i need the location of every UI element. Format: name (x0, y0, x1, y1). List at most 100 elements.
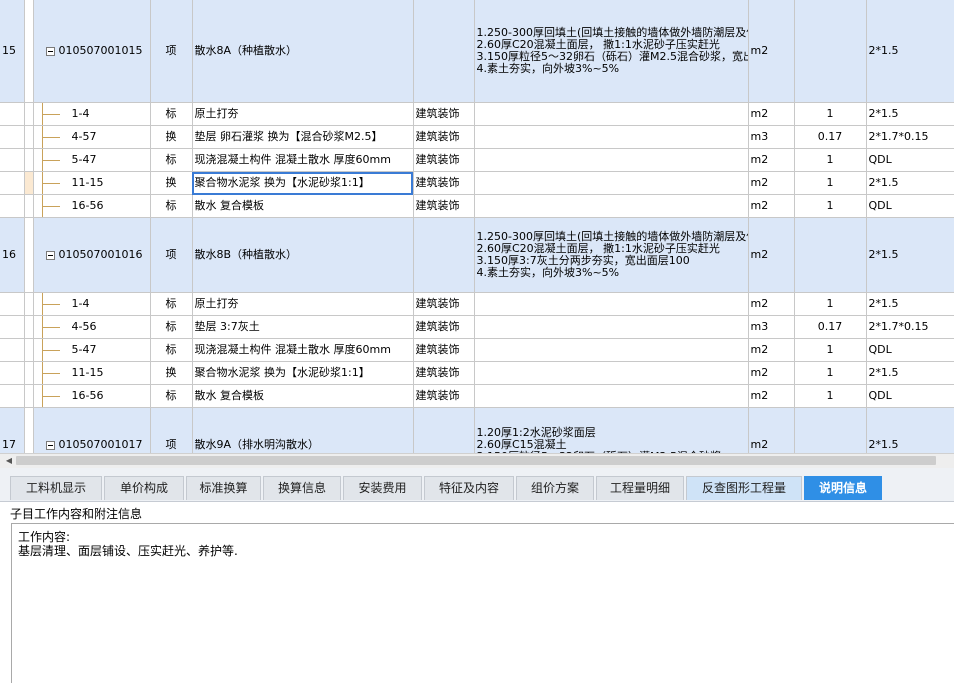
bill-item-row[interactable]: 16 010507001016 项散水8B（种植散水） 1.250-300厚回填土(回… (0, 217, 954, 293)
quantity-expression[interactable]: 2*1.5 (866, 102, 954, 126)
item-unit[interactable]: m2 (748, 292, 795, 316)
item-code[interactable]: 5-47 (33, 338, 151, 362)
item-name[interactable]: 散水8A（种植散水） (192, 0, 414, 103)
item-quantity[interactable]: 0.17 (794, 125, 867, 149)
item-unit[interactable]: m2 (748, 0, 795, 103)
item-category[interactable]: 建筑装饰 (413, 292, 475, 316)
item-code[interactable]: 4-57 (33, 125, 151, 149)
item-category[interactable] (413, 0, 475, 103)
note-text-area[interactable]: 工作内容: 基层清理、面层铺设、压实赶光、养护等. (11, 523, 954, 683)
item-code[interactable]: 16-56 (33, 194, 151, 218)
item-category[interactable]: 建筑装饰 (413, 361, 475, 385)
quantity-expression[interactable]: 2*1.5 (866, 217, 954, 293)
quantity-expression[interactable]: QDL (866, 384, 954, 408)
item-quantity[interactable]: 1 (794, 171, 867, 195)
item-description[interactable] (474, 125, 749, 149)
tab-reverse-quantity[interactable]: 反查图形工程量 (686, 476, 802, 500)
quantity-expression[interactable]: 2*1.7*0.15 (866, 315, 954, 339)
item-name[interactable]: 垫层 3:7灰土 (192, 315, 414, 339)
bill-item-row[interactable]: 17 010507001017 项散水9A（排水明沟散水） 1.20厚1:2水泥砂浆面… (0, 407, 954, 453)
tab-standard-conversion[interactable]: 标准换算 (186, 476, 261, 500)
tab-conversion-info[interactable]: 换算信息 (263, 476, 341, 500)
quota-row[interactable]: 11-15 换聚合物水泥浆 换为【水泥砂浆1:1】 建筑装饰 m2 1 2*1.5 (0, 361, 954, 385)
item-quantity[interactable]: 0.17 (794, 315, 867, 339)
item-quantity[interactable] (794, 407, 867, 453)
item-name[interactable]: 聚合物水泥浆 换为【水泥砂浆1:1】 (192, 171, 414, 195)
item-description[interactable]: 1.250-300厚回填土(回填土接触的墙体做外墙防潮层及保护层)2.60厚C2… (474, 217, 749, 293)
item-category[interactable] (413, 407, 475, 453)
row-selector[interactable] (24, 315, 34, 339)
item-unit[interactable]: m2 (748, 217, 795, 293)
item-code[interactable]: 010507001015 (33, 0, 151, 103)
item-name[interactable]: 散水 复合模板 (192, 194, 414, 218)
row-selector[interactable] (24, 0, 34, 103)
item-unit[interactable]: m2 (748, 407, 795, 453)
item-quantity[interactable]: 1 (794, 292, 867, 316)
tab-pricing-scheme[interactable]: 组价方案 (516, 476, 594, 500)
item-unit[interactable]: m3 (748, 315, 795, 339)
item-description[interactable] (474, 292, 749, 316)
item-name[interactable]: 散水8B（种植散水） (192, 217, 414, 293)
quota-row[interactable]: 4-56 标垫层 3:7灰土 建筑装饰 m3 0.17 2*1.7*0.15 (0, 315, 954, 339)
item-description[interactable] (474, 361, 749, 385)
item-category[interactable]: 建筑装饰 (413, 148, 475, 172)
quota-row[interactable]: 11-15 换聚合物水泥浆 换为【水泥砂浆1:1】 建筑装饰 m2 1 2*1.5 (0, 171, 954, 195)
quota-row[interactable]: 5-47 标现浇混凝土构件 混凝土散水 厚度60mm 建筑装饰 m2 1 QDL (0, 338, 954, 362)
item-quantity[interactable] (794, 217, 867, 293)
collapse-icon[interactable] (45, 440, 55, 450)
tab-unit-price[interactable]: 单价构成 (104, 476, 184, 500)
quantity-expression[interactable]: 2*1.5 (866, 407, 954, 453)
row-selector[interactable] (24, 148, 34, 172)
item-category[interactable]: 建筑装饰 (413, 384, 475, 408)
row-selector[interactable] (24, 292, 34, 316)
scroll-thumb[interactable] (16, 456, 936, 465)
quota-row[interactable]: 4-57 换垫层 卵石灌浆 换为【混合砂浆M2.5】 建筑装饰 m3 0.17 2*1.7… (0, 125, 954, 149)
item-category[interactable]: 建筑装饰 (413, 102, 475, 126)
item-unit[interactable]: m2 (748, 384, 795, 408)
item-code[interactable]: 4-56 (33, 315, 151, 339)
row-selector[interactable] (24, 361, 34, 385)
item-unit[interactable]: m2 (748, 148, 795, 172)
item-description[interactable] (474, 338, 749, 362)
quantity-expression[interactable]: 2*1.7*0.15 (866, 125, 954, 149)
quota-row[interactable]: 5-47 标现浇混凝土构件 混凝土散水 厚度60mm 建筑装饰 m2 1 QDL (0, 148, 954, 172)
item-quantity[interactable] (794, 0, 867, 103)
tab-description[interactable]: 说明信息 (804, 476, 882, 500)
row-selector[interactable] (24, 407, 34, 453)
scroll-left-icon[interactable]: ◀ (2, 454, 16, 468)
row-selector[interactable] (24, 171, 34, 195)
tab-features[interactable]: 特征及内容 (424, 476, 514, 500)
item-quantity[interactable]: 1 (794, 194, 867, 218)
item-description[interactable] (474, 102, 749, 126)
item-description[interactable]: 1.20厚1:2水泥砂浆面层2.60厚C15混凝土3.150厚粒径5～32卵石（… (474, 407, 749, 453)
quantity-expression[interactable]: QDL (866, 194, 954, 218)
item-quantity[interactable]: 1 (794, 148, 867, 172)
item-category[interactable]: 建筑装饰 (413, 338, 475, 362)
item-description[interactable] (474, 171, 749, 195)
quantity-expression[interactable]: 2*1.5 (866, 171, 954, 195)
item-category[interactable]: 建筑装饰 (413, 171, 475, 195)
row-selector[interactable] (24, 102, 34, 126)
item-unit[interactable]: m2 (748, 171, 795, 195)
item-code[interactable]: 11-15 (33, 361, 151, 385)
item-name[interactable]: 原土打夯 (192, 292, 414, 316)
item-code[interactable]: 11-15 (33, 171, 151, 195)
item-unit[interactable]: m2 (748, 102, 795, 126)
row-selector[interactable] (24, 338, 34, 362)
quantity-expression[interactable]: 2*1.5 (866, 0, 954, 103)
item-name[interactable]: 垫层 卵石灌浆 换为【混合砂浆M2.5】 (192, 125, 414, 149)
item-name[interactable]: 聚合物水泥浆 换为【水泥砂浆1:1】 (192, 361, 414, 385)
horizontal-scrollbar[interactable]: ◀ (0, 453, 954, 468)
item-quantity[interactable]: 1 (794, 102, 867, 126)
quota-row[interactable]: 1-4 标原土打夯 建筑装饰 m2 1 2*1.5 (0, 102, 954, 126)
item-code[interactable]: 16-56 (33, 384, 151, 408)
quota-row[interactable]: 16-56 标散水 复合模板 建筑装饰 m2 1 QDL (0, 384, 954, 408)
row-selector[interactable] (24, 194, 34, 218)
item-category[interactable] (413, 217, 475, 293)
item-category[interactable]: 建筑装饰 (413, 315, 475, 339)
row-selector[interactable] (24, 125, 34, 149)
item-unit[interactable]: m2 (748, 194, 795, 218)
item-quantity[interactable]: 1 (794, 338, 867, 362)
item-name[interactable]: 原土打夯 (192, 102, 414, 126)
item-description[interactable] (474, 315, 749, 339)
